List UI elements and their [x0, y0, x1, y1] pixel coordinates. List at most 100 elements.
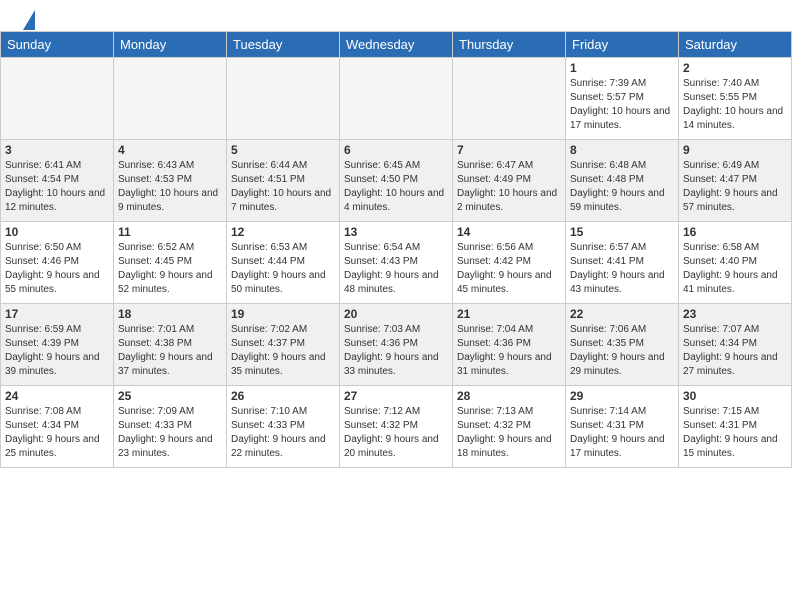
day-number: 1 [570, 61, 674, 75]
calendar-cell [227, 58, 340, 140]
day-number: 13 [344, 225, 448, 239]
day-info: Sunrise: 7:12 AMSunset: 4:32 PMDaylight:… [344, 405, 448, 461]
calendar-cell: 28 Sunrise: 7:13 AMSunset: 4:32 PMDayligh… [453, 386, 566, 468]
day-info: Sunrise: 6:45 AMSunset: 4:50 PMDaylight:… [344, 159, 448, 215]
calendar-cell: 26 Sunrise: 7:10 AMSunset: 4:33 PMDayligh… [227, 386, 340, 468]
day-number: 20 [344, 307, 448, 321]
calendar-cell: 19 Sunrise: 7:02 AMSunset: 4:37 PMDayligh… [227, 304, 340, 386]
day-number: 27 [344, 389, 448, 403]
logo [20, 10, 35, 26]
calendar-cell [453, 58, 566, 140]
day-info: Sunrise: 7:09 AMSunset: 4:33 PMDaylight:… [118, 405, 222, 461]
column-header-monday: Monday [114, 32, 227, 58]
day-info: Sunrise: 7:04 AMSunset: 4:36 PMDaylight:… [457, 323, 561, 379]
column-header-friday: Friday [566, 32, 679, 58]
day-info: Sunrise: 7:06 AMSunset: 4:35 PMDaylight:… [570, 323, 674, 379]
day-info: Sunrise: 6:49 AMSunset: 4:47 PMDaylight:… [683, 159, 787, 215]
day-number: 6 [344, 143, 448, 157]
calendar-cell: 20 Sunrise: 7:03 AMSunset: 4:36 PMDayligh… [340, 304, 453, 386]
day-number: 16 [683, 225, 787, 239]
day-info: Sunrise: 6:59 AMSunset: 4:39 PMDaylight:… [5, 323, 109, 379]
calendar-table: SundayMondayTuesdayWednesdayThursdayFrid… [0, 31, 792, 468]
calendar-cell: 2 Sunrise: 7:40 AMSunset: 5:55 PMDaylight… [679, 58, 792, 140]
day-info: Sunrise: 6:58 AMSunset: 4:40 PMDaylight:… [683, 241, 787, 297]
calendar-cell: 16 Sunrise: 6:58 AMSunset: 4:40 PMDayligh… [679, 222, 792, 304]
calendar-cell [1, 58, 114, 140]
day-number: 26 [231, 389, 335, 403]
day-number: 11 [118, 225, 222, 239]
calendar-cell: 17 Sunrise: 6:59 AMSunset: 4:39 PMDayligh… [1, 304, 114, 386]
calendar-cell: 27 Sunrise: 7:12 AMSunset: 4:32 PMDayligh… [340, 386, 453, 468]
calendar-cell: 8Sunrise: 6:48 AMSunset: 4:48 PMDaylight… [566, 140, 679, 222]
calendar-cell: 21Sunrise: 7:04 AMSunset: 4:36 PMDayligh… [453, 304, 566, 386]
day-info: Sunrise: 7:10 AMSunset: 4:33 PMDaylight:… [231, 405, 335, 461]
column-header-thursday: Thursday [453, 32, 566, 58]
calendar-cell: 22 Sunrise: 7:06 AMSunset: 4:35 PMDayligh… [566, 304, 679, 386]
calendar-cell: 12 Sunrise: 6:53 AMSunset: 4:44 PMDayligh… [227, 222, 340, 304]
day-number: 29 [570, 389, 674, 403]
day-number: 14 [457, 225, 561, 239]
day-info: Sunrise: 7:01 AMSunset: 4:38 PMDaylight:… [118, 323, 222, 379]
day-info: Sunrise: 6:52 AMSunset: 4:45 PMDaylight:… [118, 241, 222, 297]
calendar-cell: 29 Sunrise: 7:14 AMSunset: 4:31 PMDayligh… [566, 386, 679, 468]
day-number: 25 [118, 389, 222, 403]
calendar-cell: 25 Sunrise: 7:09 AMSunset: 4:33 PMDayligh… [114, 386, 227, 468]
calendar-cell: 30 Sunrise: 7:15 AMSunset: 4:31 PMDayligh… [679, 386, 792, 468]
day-number: 5 [231, 143, 335, 157]
day-number: 15 [570, 225, 674, 239]
day-info: Sunrise: 6:54 AMSunset: 4:43 PMDaylight:… [344, 241, 448, 297]
day-number: 17 [5, 307, 109, 321]
calendar-cell: 10 Sunrise: 6:50 AMSunset: 4:46 PMDayligh… [1, 222, 114, 304]
day-number: 24 [5, 389, 109, 403]
day-info: Sunrise: 6:47 AMSunset: 4:49 PMDaylight:… [457, 159, 561, 215]
calendar-cell: 11 Sunrise: 6:52 AMSunset: 4:45 PMDayligh… [114, 222, 227, 304]
day-info: Sunrise: 7:14 AMSunset: 4:31 PMDaylight:… [570, 405, 674, 461]
day-info: Sunrise: 6:43 AMSunset: 4:53 PMDaylight:… [118, 159, 222, 215]
day-info: Sunrise: 7:13 AMSunset: 4:32 PMDaylight:… [457, 405, 561, 461]
day-info: Sunrise: 7:08 AMSunset: 4:34 PMDaylight:… [5, 405, 109, 461]
calendar-cell [114, 58, 227, 140]
logo-icon [23, 10, 35, 30]
day-number: 28 [457, 389, 561, 403]
day-info: Sunrise: 7:40 AMSunset: 5:55 PMDaylight:… [683, 77, 787, 133]
calendar-cell: 6 Sunrise: 6:45 AMSunset: 4:50 PMDaylight… [340, 140, 453, 222]
day-number: 4 [118, 143, 222, 157]
calendar-cell: 4 Sunrise: 6:43 AMSunset: 4:53 PMDaylight… [114, 140, 227, 222]
day-info: Sunrise: 7:03 AMSunset: 4:36 PMDaylight:… [344, 323, 448, 379]
calendar-cell [340, 58, 453, 140]
day-number: 10 [5, 225, 109, 239]
day-info: Sunrise: 6:57 AMSunset: 4:41 PMDaylight:… [570, 241, 674, 297]
day-info: Sunrise: 7:39 AMSunset: 5:57 PMDaylight:… [570, 77, 674, 133]
day-info: Sunrise: 6:48 AMSunset: 4:48 PMDaylight:… [570, 159, 674, 215]
day-info: Sunrise: 7:02 AMSunset: 4:37 PMDaylight:… [231, 323, 335, 379]
column-header-wednesday: Wednesday [340, 32, 453, 58]
calendar-cell: 5Sunrise: 6:44 AMSunset: 4:51 PMDaylight… [227, 140, 340, 222]
column-header-saturday: Saturday [679, 32, 792, 58]
day-info: Sunrise: 6:41 AMSunset: 4:54 PMDaylight:… [5, 159, 109, 215]
calendar-cell: 14 Sunrise: 6:56 AMSunset: 4:42 PMDayligh… [453, 222, 566, 304]
day-info: Sunrise: 6:53 AMSunset: 4:44 PMDaylight:… [231, 241, 335, 297]
day-number: 18 [118, 307, 222, 321]
day-number: 19 [231, 307, 335, 321]
day-number: 22 [570, 307, 674, 321]
day-number: 12 [231, 225, 335, 239]
day-number: 30 [683, 389, 787, 403]
calendar-cell: 13 Sunrise: 6:54 AMSunset: 4:43 PMDayligh… [340, 222, 453, 304]
day-number: 7 [457, 143, 561, 157]
day-number: 2 [683, 61, 787, 75]
day-info: Sunrise: 6:56 AMSunset: 4:42 PMDaylight:… [457, 241, 561, 297]
day-number: 3 [5, 143, 109, 157]
page-header [0, 0, 792, 31]
calendar-cell: 23Sunrise: 7:07 AMSunset: 4:34 PMDayligh… [679, 304, 792, 386]
day-number: 23 [683, 307, 787, 321]
calendar-cell: 18 Sunrise: 7:01 AMSunset: 4:38 PMDayligh… [114, 304, 227, 386]
calendar-cell: 24 Sunrise: 7:08 AMSunset: 4:34 PMDayligh… [1, 386, 114, 468]
column-header-sunday: Sunday [1, 32, 114, 58]
column-header-tuesday: Tuesday [227, 32, 340, 58]
calendar-cell: 1 Sunrise: 7:39 AMSunset: 5:57 PMDaylight… [566, 58, 679, 140]
day-number: 9 [683, 143, 787, 157]
calendar-cell: 9 Sunrise: 6:49 AMSunset: 4:47 PMDaylight… [679, 140, 792, 222]
day-info: Sunrise: 6:50 AMSunset: 4:46 PMDaylight:… [5, 241, 109, 297]
day-info: Sunrise: 7:15 AMSunset: 4:31 PMDaylight:… [683, 405, 787, 461]
calendar-cell: 15 Sunrise: 6:57 AMSunset: 4:41 PMDayligh… [566, 222, 679, 304]
